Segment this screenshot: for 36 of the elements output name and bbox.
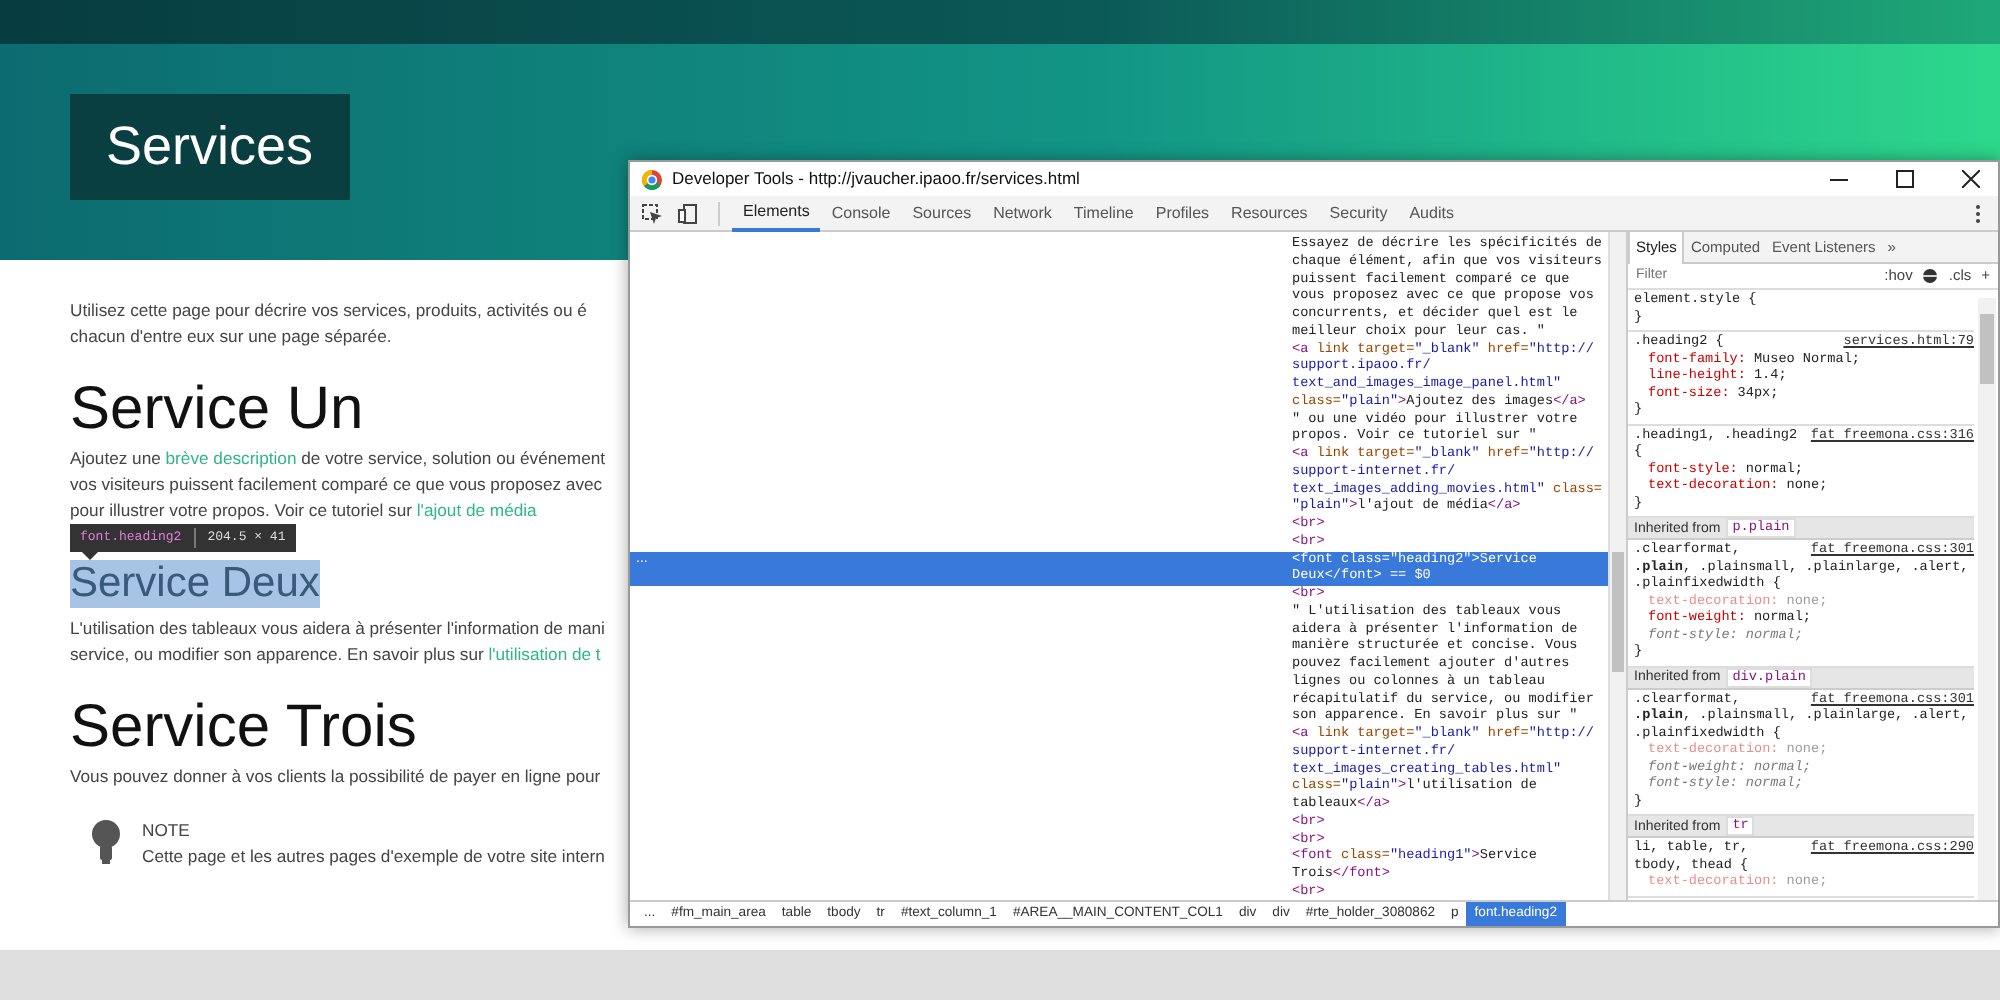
lightbulb-icon [90,818,122,866]
close-icon [1961,170,1979,188]
panel-tab[interactable]: Console [820,196,902,230]
browser-icon [642,169,662,189]
heading: Service Deux [70,560,320,608]
panel-tab[interactable]: Resources [1220,196,1319,230]
window-title: Developer Tools - http://jvaucher.ipaoo.fr/services.html [672,166,1080,192]
more-options-icon[interactable] [1974,203,1982,223]
heading: Service Un [70,374,364,446]
paragraph-line: Vous pouvez donner à vos clients la possibilité de payer en ligne pour [70,764,601,790]
color-format-icon[interactable] [1922,268,1939,284]
paragraph-line: vos visiteurs puissent facilement comparé ce que vous proposez avec [70,472,603,498]
page-title: Services [70,94,350,200]
panel-tab[interactable]: Network [982,196,1063,230]
note-title: NOTE [142,818,190,844]
scrollbar[interactable] [1608,232,1626,900]
panel-tab[interactable]: Sources [901,196,983,230]
note-text: Cette page et les autres pages d'exemple de votre site intern [142,844,605,870]
panel-tab[interactable]: Profiles [1144,196,1221,230]
paragraph-line: Utilisez cette page pour décrire vos services, produits, activités ou é [70,298,587,324]
scrollbar-thumb[interactable] [1612,552,1624,672]
paragraph-line: pour illustrer votre propos. Voir ce tutoriel sur l'ajout de média [70,498,537,524]
panel-tab[interactable]: Audits [1398,196,1465,230]
scrollbar[interactable] [1978,298,1996,900]
panel-tab[interactable]: Elements [732,194,821,232]
scrollbar-thumb[interactable] [1980,314,1994,384]
device-icon[interactable] [678,203,698,223]
paragraph-line: Ajoutez une brève description de votre service, solution ou événement [70,446,606,472]
maximize-icon [1895,170,1913,188]
paragraph-line: service, ou modifier son apparence. En savoir plus sur l'utilisation de t [70,642,601,668]
inspect-icon[interactable] [642,203,662,223]
paragraph-line: chacun d'entre eux sur une page séparée. [70,324,392,350]
panel-tab[interactable]: Security [1318,196,1399,230]
paragraph-line: L'utilisation des tableaux vous aidera à présenter l'information de mani [70,616,605,642]
heading: Service Trois [70,692,417,764]
panel-tab[interactable]: Timeline [1062,196,1145,230]
